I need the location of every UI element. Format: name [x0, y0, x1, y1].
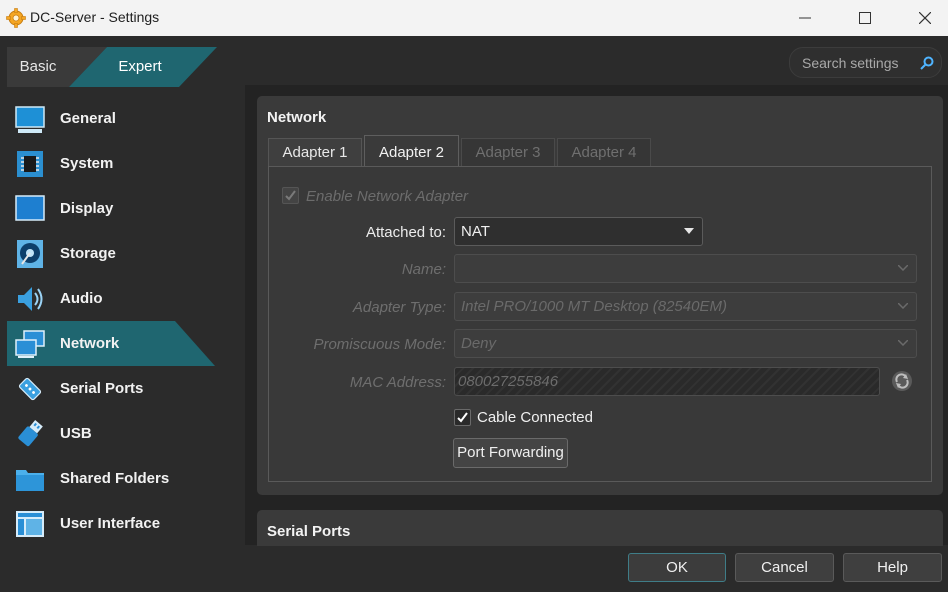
sidebar-item-network[interactable]: Network	[0, 321, 245, 366]
search-input[interactable]	[802, 54, 920, 72]
sidebar-item-usb[interactable]: USB	[0, 411, 245, 456]
adapter-type-value: Intel PRO/1000 MT Desktop (82540EM)	[461, 298, 727, 315]
maximize-button[interactable]	[842, 0, 888, 36]
settings-nav: General System Display Storage Audio Net…	[0, 96, 245, 546]
adapter-type-label: Adapter Type:	[352, 299, 446, 316]
sidebar-item-label: Network	[60, 335, 120, 352]
title-bar: DC-Server - Settings	[0, 0, 948, 36]
sidebar-item-general[interactable]: General	[0, 96, 245, 141]
chevron-down-icon	[898, 340, 908, 346]
shared-folders-icon	[16, 470, 44, 491]
general-icon	[15, 106, 45, 133]
adapter-2-pane: Enable Network Adapter Attached to: NAT …	[268, 166, 932, 482]
cancel-button[interactable]: Cancel	[735, 553, 834, 582]
chevron-down-icon	[684, 228, 694, 234]
virtualbox-gear-icon	[6, 8, 26, 28]
sidebar-item-user-interface[interactable]: User Interface	[0, 501, 245, 546]
attached-to-value: NAT	[461, 223, 490, 240]
network-section: Network Adapter 1 Adapter 2 Adapter 3 Ad…	[257, 96, 943, 495]
sidebar-item-label: Storage	[60, 245, 116, 262]
port-forwarding-button[interactable]: Port Forwarding	[453, 438, 568, 468]
chevron-down-icon	[898, 265, 908, 271]
sidebar-item-label: General	[60, 110, 116, 127]
ok-button[interactable]: OK	[628, 553, 726, 582]
close-button[interactable]	[902, 0, 948, 36]
audio-icon	[18, 287, 43, 311]
enable-adapter-checkbox[interactable]	[282, 187, 299, 204]
sidebar-item-serial-ports[interactable]: Serial Ports	[0, 366, 245, 411]
attached-to-label: Attached to:	[365, 224, 446, 241]
sidebar: Basic Expert General System Display Stor…	[0, 36, 245, 592]
display-icon	[15, 195, 45, 221]
serial-ports-icon	[18, 377, 42, 401]
mac-address-label: MAC Address:	[349, 374, 446, 391]
sidebar-item-label: Serial Ports	[60, 380, 144, 397]
help-button[interactable]: Help	[843, 553, 942, 582]
checkmark-icon	[457, 412, 468, 423]
network-icon	[15, 330, 45, 358]
refresh-mac-icon[interactable]	[891, 370, 913, 392]
sidebar-item-audio[interactable]: Audio	[0, 276, 245, 321]
cable-connected-checkbox[interactable]	[454, 409, 471, 426]
adapter-type-select[interactable]: Intel PRO/1000 MT Desktop (82540EM)	[454, 292, 917, 321]
close-icon	[919, 12, 931, 24]
section-title: Serial Ports	[267, 523, 351, 540]
attached-to-select[interactable]: NAT	[454, 217, 703, 246]
enable-adapter-label: Enable Network Adapter	[306, 188, 469, 205]
sidebar-item-label: USB	[60, 425, 92, 442]
minimize-button[interactable]	[782, 0, 828, 36]
user-interface-icon	[16, 511, 44, 537]
sidebar-item-storage[interactable]: Storage	[0, 231, 245, 276]
promiscuous-mode-label: Promiscuous Mode:	[313, 336, 446, 353]
minimize-icon	[799, 17, 811, 19]
sidebar-item-shared-folders[interactable]: Shared Folders	[0, 456, 245, 501]
search-box	[789, 47, 942, 78]
mac-address-field[interactable]: 080027255846	[454, 367, 880, 396]
sidebar-item-display[interactable]: Display	[0, 186, 245, 231]
storage-icon	[17, 240, 43, 268]
maximize-icon	[859, 12, 871, 24]
window-title: DC-Server - Settings	[30, 9, 160, 25]
sidebar-item-label: Display	[60, 200, 114, 217]
tab-adapter-3[interactable]: Adapter 3	[461, 138, 555, 167]
sidebar-item-system[interactable]: System	[0, 141, 245, 186]
sidebar-item-label: Audio	[60, 290, 103, 307]
checkmark-icon	[285, 190, 296, 201]
promiscuous-mode-select[interactable]: Deny	[454, 329, 917, 358]
expert-mode-button[interactable]: Expert	[105, 47, 175, 87]
basic-mode-button[interactable]: Basic	[8, 47, 68, 87]
search-icon[interactable]	[919, 55, 935, 71]
tab-adapter-2[interactable]: Adapter 2	[364, 135, 459, 168]
chevron-down-icon	[898, 303, 908, 309]
section-title: Network	[267, 109, 327, 126]
serial-ports-section: Serial Ports	[257, 510, 943, 546]
usb-icon	[18, 420, 43, 447]
sidebar-item-label: System	[60, 155, 114, 172]
cable-connected-label: Cable Connected	[477, 409, 593, 426]
name-label: Name:	[401, 261, 446, 278]
mac-address-value: 080027255846	[458, 373, 559, 390]
sidebar-item-label: User Interface	[60, 515, 161, 532]
promiscuous-mode-value: Deny	[461, 335, 497, 352]
system-icon	[17, 151, 43, 177]
tab-adapter-1[interactable]: Adapter 1	[268, 138, 362, 167]
tab-adapter-4[interactable]: Adapter 4	[557, 138, 651, 167]
name-select[interactable]	[454, 254, 917, 283]
sidebar-item-label: Shared Folders	[60, 470, 170, 487]
